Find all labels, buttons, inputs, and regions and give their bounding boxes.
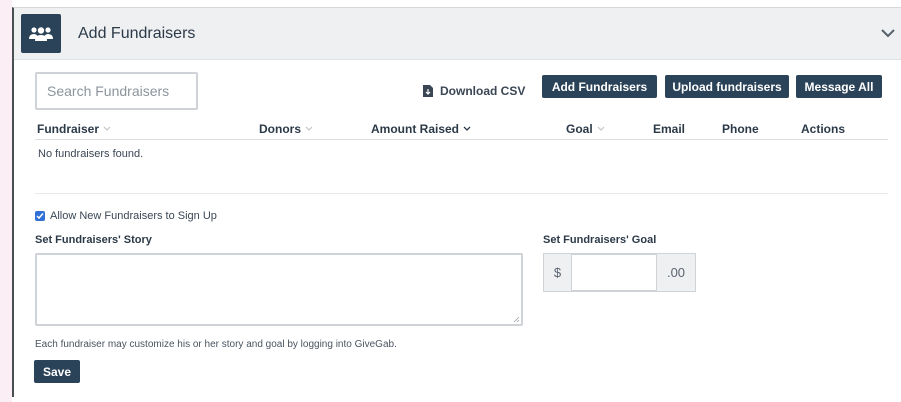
sort-chevron-icon — [463, 126, 471, 131]
resize-grip-icon[interactable] — [513, 316, 520, 323]
empty-table-message: No fundraisers found. — [38, 148, 144, 160]
column-label: Actions — [801, 122, 846, 136]
column-label: Phone — [722, 122, 759, 136]
upload-fundraisers-button[interactable]: Upload fundraisers — [665, 75, 789, 98]
allow-signup-checkbox[interactable] — [35, 211, 45, 221]
allow-signup-label: Allow New Fundraisers to Sign Up — [50, 210, 217, 222]
page-edge — [0, 0, 12, 402]
sort-chevron-icon — [305, 126, 313, 131]
section-divider — [35, 193, 888, 194]
add-fundraisers-button[interactable]: Add Fundraisers — [542, 75, 657, 98]
column-label: Email — [653, 122, 686, 136]
table-header-divider — [35, 139, 888, 140]
chevron-down-icon[interactable] — [879, 26, 897, 40]
panel-title: Add Fundraisers — [78, 25, 196, 42]
download-csv-label: Download CSV — [440, 84, 526, 98]
column-header-fundraiser[interactable]: Fundraiser — [37, 122, 111, 136]
column-header-email: Email — [653, 122, 685, 136]
check-icon — [36, 213, 44, 220]
column-label: Donors — [259, 122, 301, 136]
story-textarea[interactable] — [35, 253, 523, 326]
column-header-donors[interactable]: Donors — [259, 122, 313, 136]
search-fundraisers-input[interactable] — [35, 72, 198, 110]
panel-header[interactable]: Add Fundraisers — [14, 8, 901, 60]
goal-input-group: $ .00 — [543, 253, 696, 292]
sort-chevron-icon — [597, 126, 605, 131]
group-icon — [21, 14, 61, 53]
help-text: Each fundraiser may customize his or her… — [35, 339, 397, 350]
save-button[interactable]: Save — [34, 360, 80, 383]
message-all-button[interactable]: Message All — [796, 75, 882, 98]
goal-amount-input[interactable] — [572, 253, 656, 292]
column-label: Amount Raised — [371, 122, 460, 136]
story-label: Set Fundraisers' Story — [35, 234, 152, 246]
sort-chevron-icon — [103, 126, 111, 131]
column-header-goal[interactable]: Goal — [566, 122, 605, 136]
column-header-amount-raised[interactable]: Amount Raised — [371, 122, 471, 136]
file-download-icon — [423, 85, 433, 97]
column-header-phone: Phone — [722, 122, 759, 136]
goal-label: Set Fundraisers' Goal — [543, 234, 657, 246]
allow-signup-row[interactable]: Allow New Fundraisers to Sign Up — [35, 210, 217, 222]
column-label: Fundraiser — [37, 122, 100, 136]
column-label: Goal — [566, 122, 593, 136]
column-header-actions: Actions — [801, 122, 845, 136]
cents-suffix: .00 — [656, 253, 696, 292]
currency-prefix: $ — [543, 253, 572, 292]
add-fundraisers-panel: Add Fundraisers Download CSV Add Fundrai… — [12, 7, 901, 397]
download-csv-link[interactable]: Download CSV — [423, 84, 525, 98]
